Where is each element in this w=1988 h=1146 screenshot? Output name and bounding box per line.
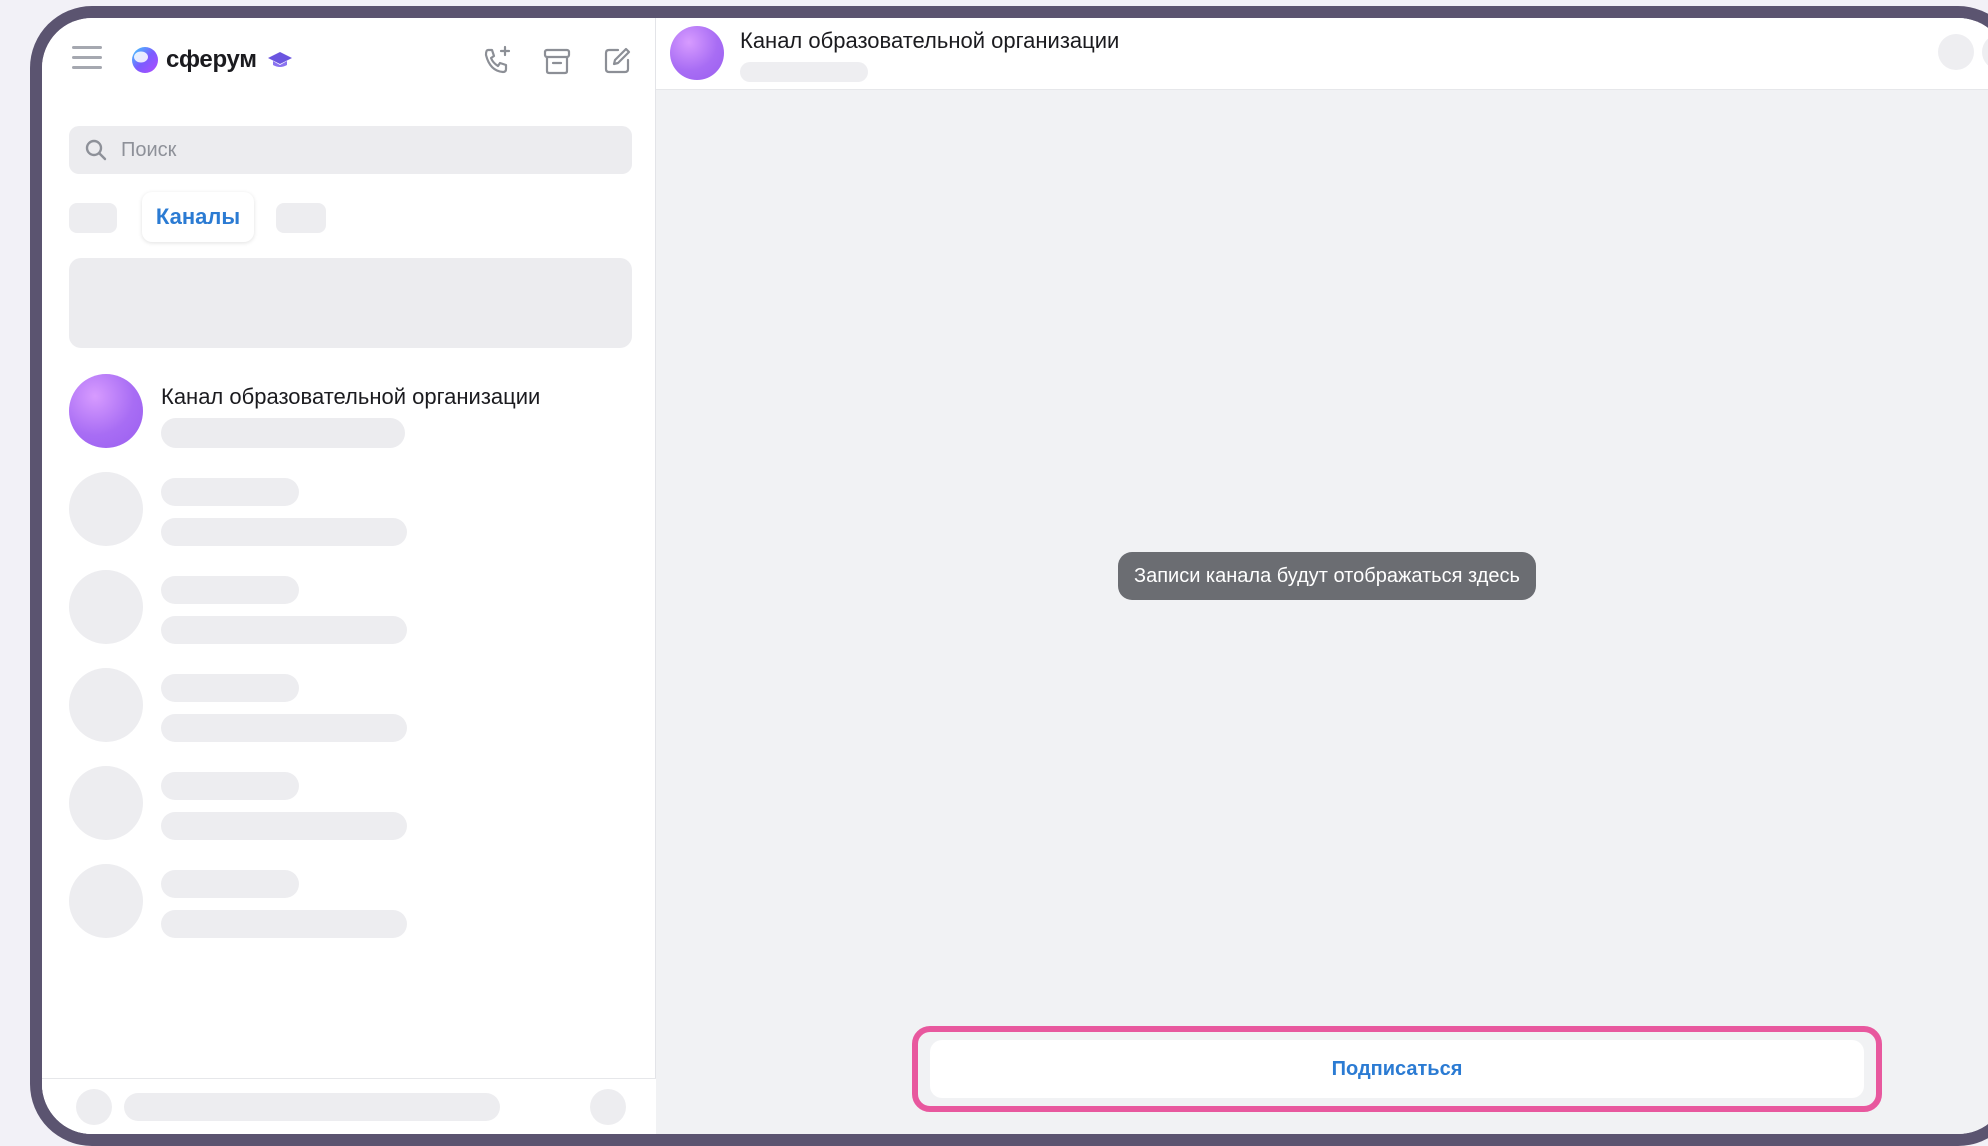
tab-channels[interactable]: Каналы [142, 192, 254, 242]
app-window: сферум Поиск Каналы Канал образовательно… [42, 18, 1988, 1134]
app-name: сферум [166, 46, 257, 73]
sidebar-topbar: сферум [42, 18, 656, 108]
footer-avatar-placeholder [76, 1089, 112, 1125]
tab-other[interactable] [276, 203, 326, 233]
empty-state-message: Записи канала будут отображаться здесь [1118, 552, 1536, 600]
list-item-skeleton [69, 766, 632, 842]
header-action-placeholder[interactable] [1938, 34, 1974, 70]
tab-all[interactable] [69, 203, 117, 233]
compose-icon[interactable] [600, 44, 634, 78]
chat-title: Канал образовательной организации [161, 384, 541, 409]
list-item-skeleton [69, 472, 632, 548]
conversation-header: Канал образовательной организации [656, 18, 1988, 90]
list-item-skeleton [69, 570, 632, 646]
list-item-skeleton [69, 864, 632, 940]
sferum-logo-icon [132, 47, 158, 73]
menu-icon[interactable] [72, 46, 102, 72]
chat-item-channel[interactable]: Канал образовательной организации [69, 374, 632, 454]
search-input[interactable]: Поиск [69, 126, 632, 174]
subscribe-button[interactable]: Подписаться [930, 1040, 1864, 1098]
avatar [69, 374, 143, 448]
list-item-skeleton [69, 668, 632, 744]
footer-bar-placeholder [124, 1093, 500, 1121]
graduation-cap-icon [267, 52, 292, 67]
archive-icon[interactable] [540, 44, 574, 78]
conversation-subtitle-placeholder [740, 62, 868, 82]
sidebar: сферум Поиск Каналы Канал образовательно… [42, 18, 656, 1134]
add-call-icon[interactable] [480, 44, 514, 78]
app-logo: сферум [130, 40, 293, 80]
conversation-title[interactable]: Канал образовательной организации [740, 28, 1119, 54]
chat-preview-placeholder [161, 418, 405, 448]
footer-button-placeholder [590, 1089, 626, 1125]
header-action-placeholder[interactable] [1982, 34, 1988, 70]
search-icon [85, 139, 107, 161]
device-frame: сферум Поиск Каналы Канал образовательно… [30, 6, 1988, 1146]
search-placeholder: Поиск [121, 138, 177, 161]
banner-placeholder [69, 258, 632, 348]
avatar[interactable] [670, 26, 724, 80]
